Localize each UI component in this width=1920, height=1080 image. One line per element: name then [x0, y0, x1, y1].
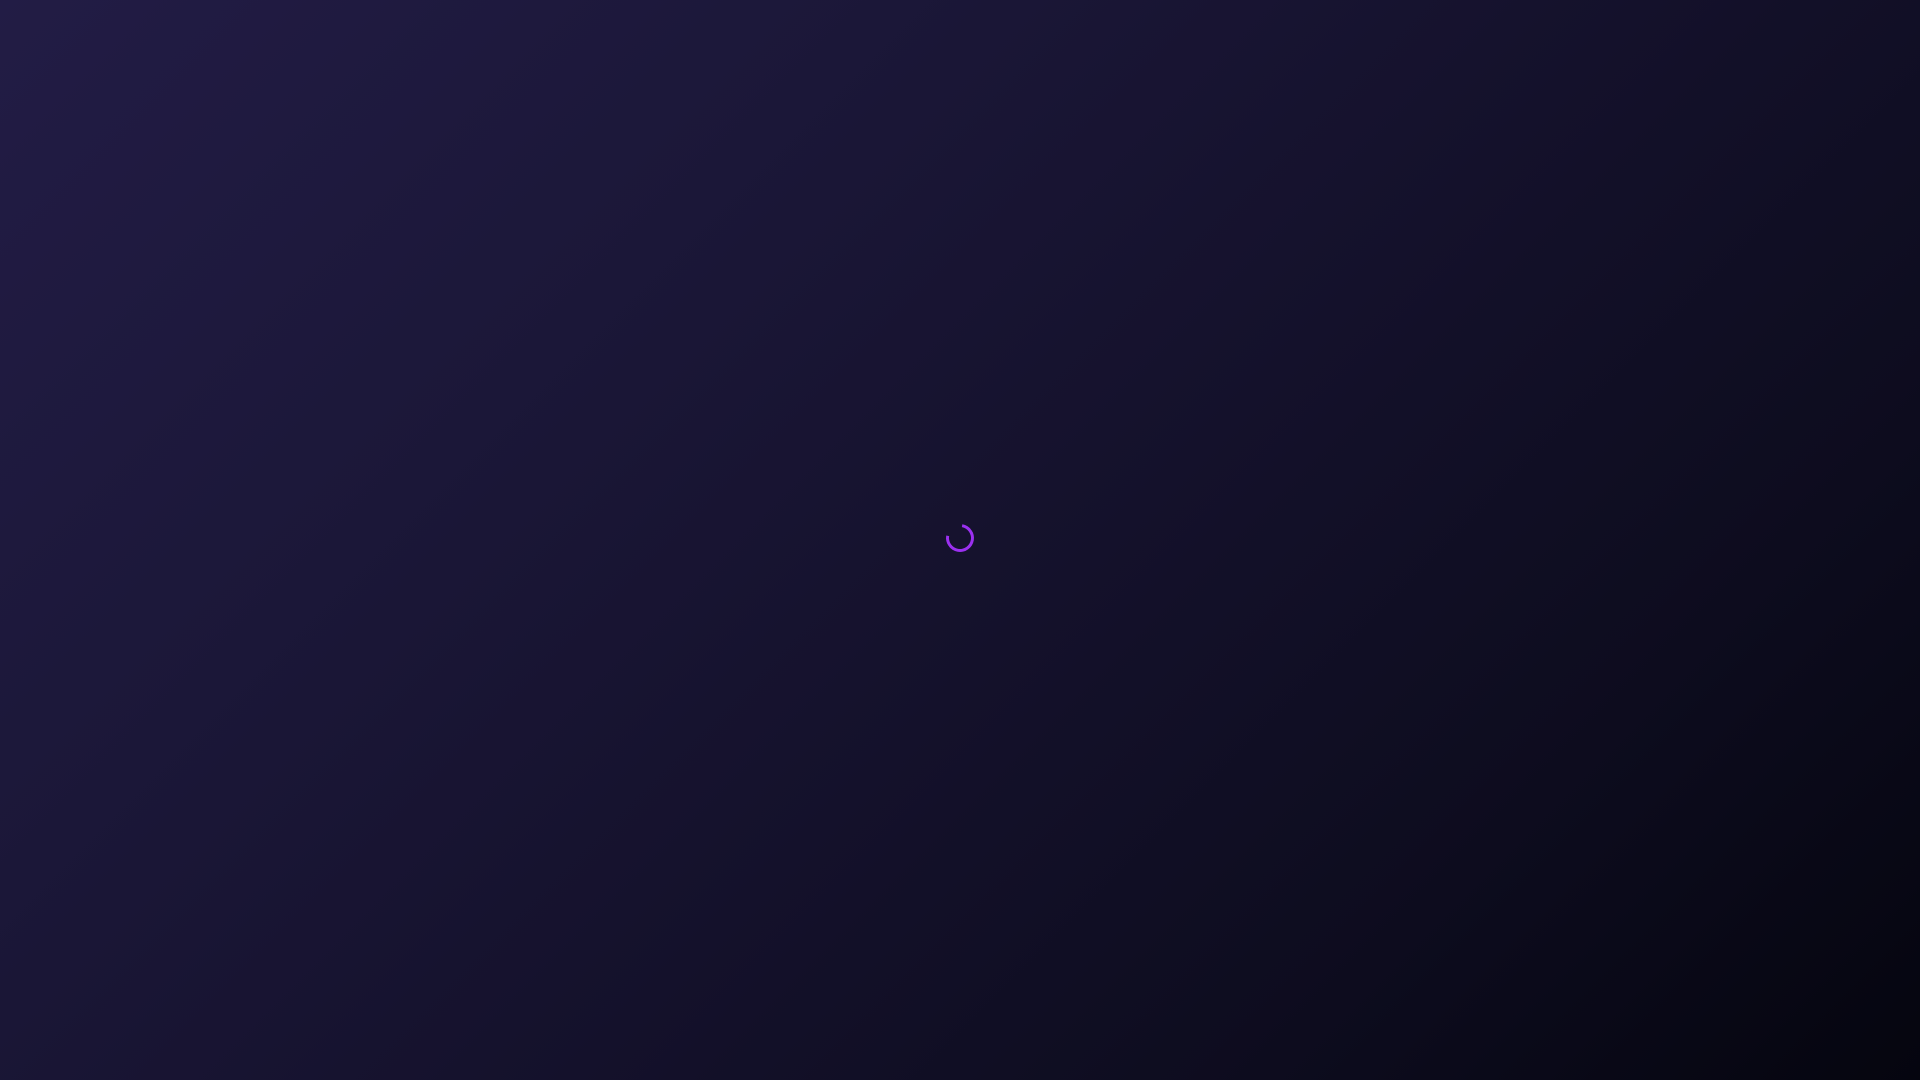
loading-spinner-icon — [940, 518, 980, 558]
loading-screen — [0, 0, 1920, 1080]
